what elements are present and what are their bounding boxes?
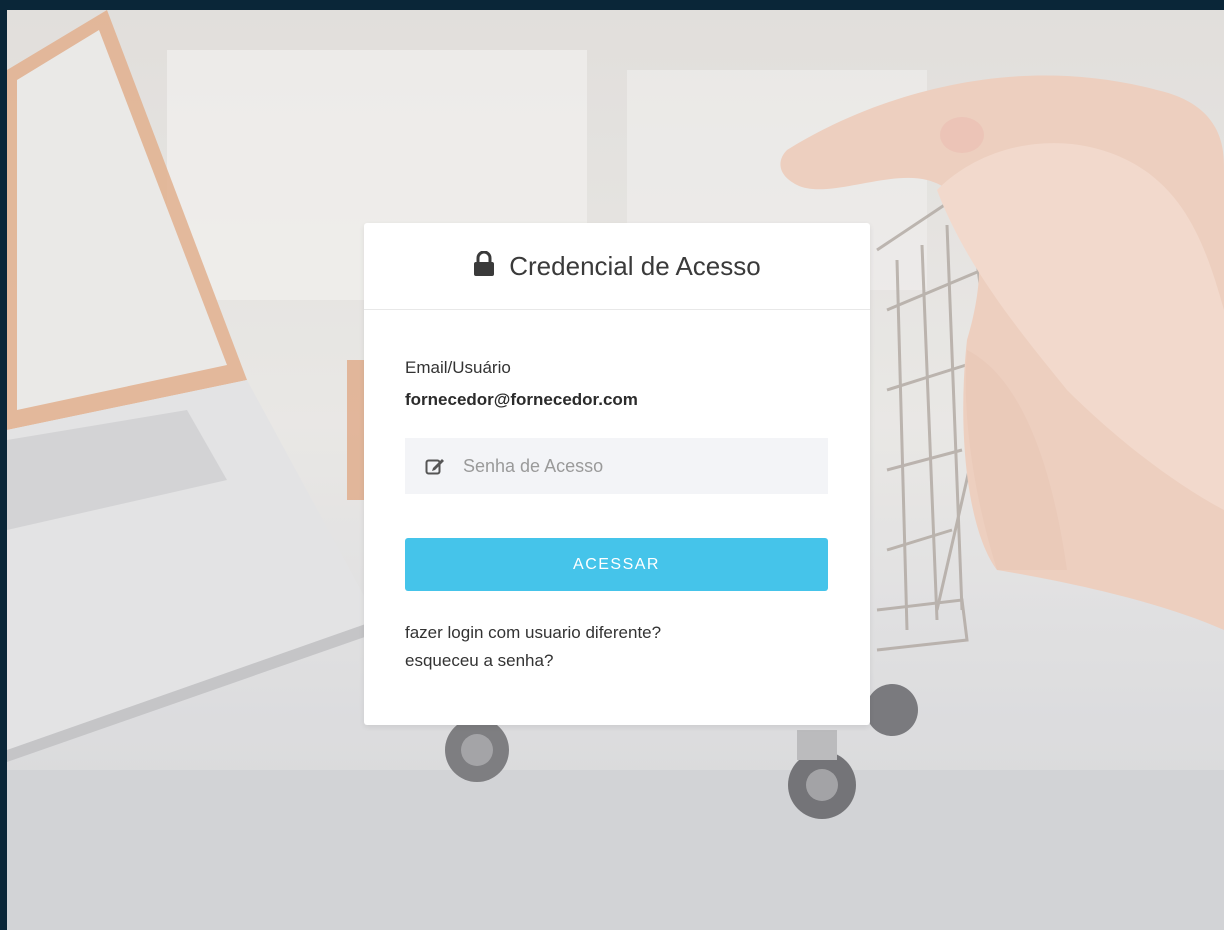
edit-icon [425, 457, 445, 475]
submit-button[interactable]: ACESSAR [405, 538, 828, 591]
card-title: Credencial de Acesso [509, 250, 761, 281]
card-body: Email/Usuário fornecedor@fornecedor.com … [364, 358, 870, 675]
password-input[interactable] [461, 454, 785, 478]
login-card: Credencial de Acesso Email/Usuário forne… [364, 223, 870, 725]
lock-icon [473, 250, 495, 277]
forgot-password-link[interactable]: esqueceu a senha? [405, 647, 828, 675]
card-header: Credencial de Acesso [364, 223, 870, 310]
window-frame: Credencial de Acesso Email/Usuário forne… [0, 0, 1224, 930]
password-field-wrapper[interactable] [405, 438, 828, 494]
user-value: fornecedor@fornecedor.com [405, 390, 638, 409]
different-user-link[interactable]: fazer login com usuario diferente? [405, 619, 828, 647]
user-label: Email/Usuário [405, 358, 511, 377]
help-links: fazer login com usuario diferente? esque… [405, 619, 828, 675]
